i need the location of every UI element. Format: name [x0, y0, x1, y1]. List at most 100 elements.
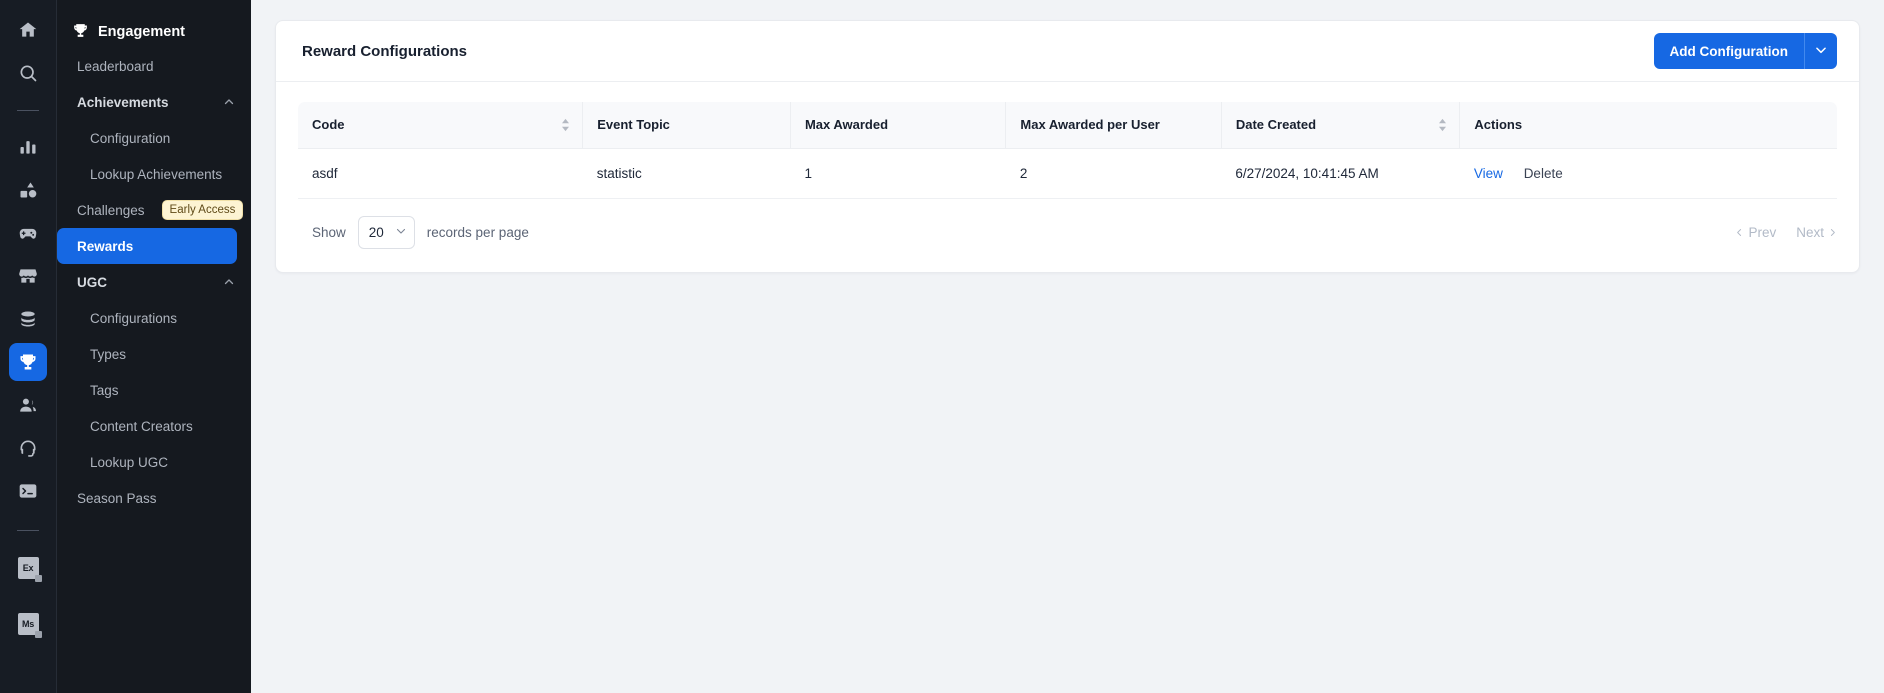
- sidebar-item-label: Rewards: [77, 238, 134, 254]
- sidebar-item-label: Lookup Achievements: [90, 166, 223, 182]
- sidebar-item-lookup-achievements[interactable]: Lookup Achievements: [57, 156, 251, 192]
- prev-page-button[interactable]: Prev: [1735, 225, 1776, 240]
- headset-icon[interactable]: [9, 429, 47, 467]
- column-header-code[interactable]: Code: [298, 102, 583, 149]
- prev-label: Prev: [1748, 224, 1777, 240]
- table-row: asdf statistic 1 2 6/27/2024, 10:41:45 A…: [298, 148, 1837, 199]
- sidebar-group-ugc[interactable]: UGC: [57, 264, 251, 300]
- main-content: Reward Configurations Add Configuration: [251, 0, 1884, 693]
- table-container: Code Event Topic Max Awarded Max Awarded…: [276, 82, 1859, 199]
- column-label: Date Created: [1235, 117, 1317, 133]
- icon-rail: Ex Ms: [0, 0, 57, 693]
- table-footer: Show 20 records per page Prev Next: [276, 199, 1859, 272]
- store-icon[interactable]: [9, 257, 47, 295]
- sidebar-item-label: Tags: [90, 382, 119, 398]
- sidebar-item-configuration[interactable]: Configuration: [57, 120, 251, 156]
- reward-configurations-card: Reward Configurations Add Configuration: [275, 20, 1860, 273]
- sidebar-item-label: Configurations: [90, 310, 178, 326]
- column-header-actions: Actions: [1459, 102, 1837, 149]
- sidebar-item-lookup-ugc[interactable]: Lookup UGC: [57, 444, 251, 480]
- page-size-value: 20: [368, 224, 384, 240]
- early-access-badge: Early Access: [161, 199, 244, 221]
- show-label: Show: [312, 224, 346, 240]
- view-link[interactable]: View: [1474, 166, 1503, 181]
- next-page-button[interactable]: Next: [1796, 225, 1837, 240]
- records-per-page-label: records per page: [426, 224, 529, 240]
- sidebar-item-types[interactable]: Types: [57, 336, 251, 372]
- sidebar-group-label: Achievements: [77, 94, 169, 110]
- add-configuration-button[interactable]: Add Configuration: [1653, 33, 1804, 69]
- column-label: Event Topic: [597, 117, 670, 133]
- add-configuration-dropdown-button[interactable]: [1804, 33, 1837, 69]
- trophy-icon[interactable]: [9, 343, 47, 381]
- bar-chart-icon[interactable]: [9, 128, 47, 166]
- app-root: Ex Ms Engagement Leaderboard Achievement…: [0, 0, 1884, 693]
- cell-code: asdf: [298, 148, 583, 199]
- table-body: asdf statistic 1 2 6/27/2024, 10:41:45 A…: [298, 148, 1837, 199]
- terminal-icon[interactable]: [9, 472, 47, 510]
- chevron-down-icon: [395, 225, 407, 240]
- sidebar-item-label: Types: [90, 346, 127, 362]
- column-header-max-awarded-per-user: Max Awarded per User: [1005, 102, 1222, 149]
- sidebar-item-content-creators[interactable]: Content Creators: [57, 408, 251, 444]
- cell-date-created: 6/27/2024, 10:41:45 AM: [1221, 148, 1460, 199]
- sidebar-group-achievements[interactable]: Achievements: [57, 84, 251, 120]
- rail-divider-top: [17, 110, 39, 111]
- next-label: Next: [1796, 224, 1824, 240]
- sidebar-item-label: Content Creators: [90, 418, 193, 434]
- gamepad-icon[interactable]: [9, 214, 47, 252]
- pagination-controls: Prev Next: [1735, 225, 1837, 240]
- sort-icon[interactable]: [1438, 118, 1447, 132]
- sidebar-group-label: UGC: [77, 274, 107, 290]
- sidebar-item-label: Season Pass: [77, 490, 157, 506]
- sidebar-item-tags[interactable]: Tags: [57, 372, 251, 408]
- sidebar-title: Engagement: [57, 16, 251, 48]
- sidebar-item-label: Challenges: [77, 202, 145, 218]
- column-header-event-topic: Event Topic: [582, 102, 791, 149]
- file-ex-label: Ex: [17, 557, 42, 582]
- file-ex-icon[interactable]: Ex: [9, 549, 47, 587]
- sidebar-item-label: Leaderboard: [77, 58, 154, 74]
- chevron-up-icon: [223, 96, 235, 108]
- file-ms-label: Ms: [17, 613, 42, 638]
- sidebar-nav: Engagement Leaderboard Achievements Conf…: [57, 0, 251, 693]
- cell-event-topic: statistic: [582, 148, 791, 199]
- sidebar-item-challenges[interactable]: Challenges Early Access: [57, 192, 251, 228]
- header-actions: Add Configuration: [1653, 33, 1837, 69]
- table-header-row: Code Event Topic Max Awarded Max Awarded…: [298, 102, 1837, 149]
- chevron-down-icon: [1814, 43, 1828, 60]
- sidebar-item-label: Lookup UGC: [90, 454, 169, 470]
- chevron-up-icon: [223, 276, 235, 288]
- trophy-icon-small: [72, 22, 89, 43]
- home-icon[interactable]: [9, 11, 47, 49]
- column-label: Max Awarded: [804, 117, 889, 133]
- column-label: Max Awarded per User: [1020, 117, 1160, 133]
- reward-configurations-table: Code Event Topic Max Awarded Max Awarded…: [298, 102, 1837, 199]
- column-label: Code: [312, 117, 345, 133]
- users-icon[interactable]: [9, 386, 47, 424]
- sidebar-item-configurations[interactable]: Configurations: [57, 300, 251, 336]
- page-title: Reward Configurations: [302, 42, 468, 60]
- table-header: Code Event Topic Max Awarded Max Awarded…: [298, 102, 1837, 149]
- delete-link[interactable]: Delete: [1524, 166, 1563, 181]
- chevron-right-icon: [1828, 225, 1837, 240]
- chevron-left-icon: [1735, 225, 1744, 240]
- sidebar-item-leaderboard[interactable]: Leaderboard: [57, 48, 251, 84]
- database-icon[interactable]: [9, 300, 47, 338]
- rail-divider-bottom: [17, 530, 39, 531]
- sort-icon[interactable]: [561, 118, 570, 132]
- cell-actions: View Delete: [1459, 148, 1837, 199]
- cell-max-awarded-per-user: 2: [1005, 148, 1222, 199]
- column-label: Actions: [1474, 117, 1523, 133]
- sidebar-item-season-pass[interactable]: Season Pass: [57, 480, 251, 516]
- cell-max-awarded: 1: [790, 148, 1006, 199]
- column-header-date-created[interactable]: Date Created: [1220, 102, 1460, 149]
- sidebar-item-rewards[interactable]: Rewards: [57, 228, 237, 264]
- file-ms-icon[interactable]: Ms: [9, 605, 47, 643]
- shapes-icon[interactable]: [9, 171, 47, 209]
- sidebar-item-label: Configuration: [90, 130, 171, 146]
- page-size-select[interactable]: 20: [357, 215, 415, 249]
- card-header: Reward Configurations Add Configuration: [276, 21, 1859, 82]
- search-icon[interactable]: [9, 54, 47, 92]
- column-header-max-awarded: Max Awarded: [789, 102, 1006, 149]
